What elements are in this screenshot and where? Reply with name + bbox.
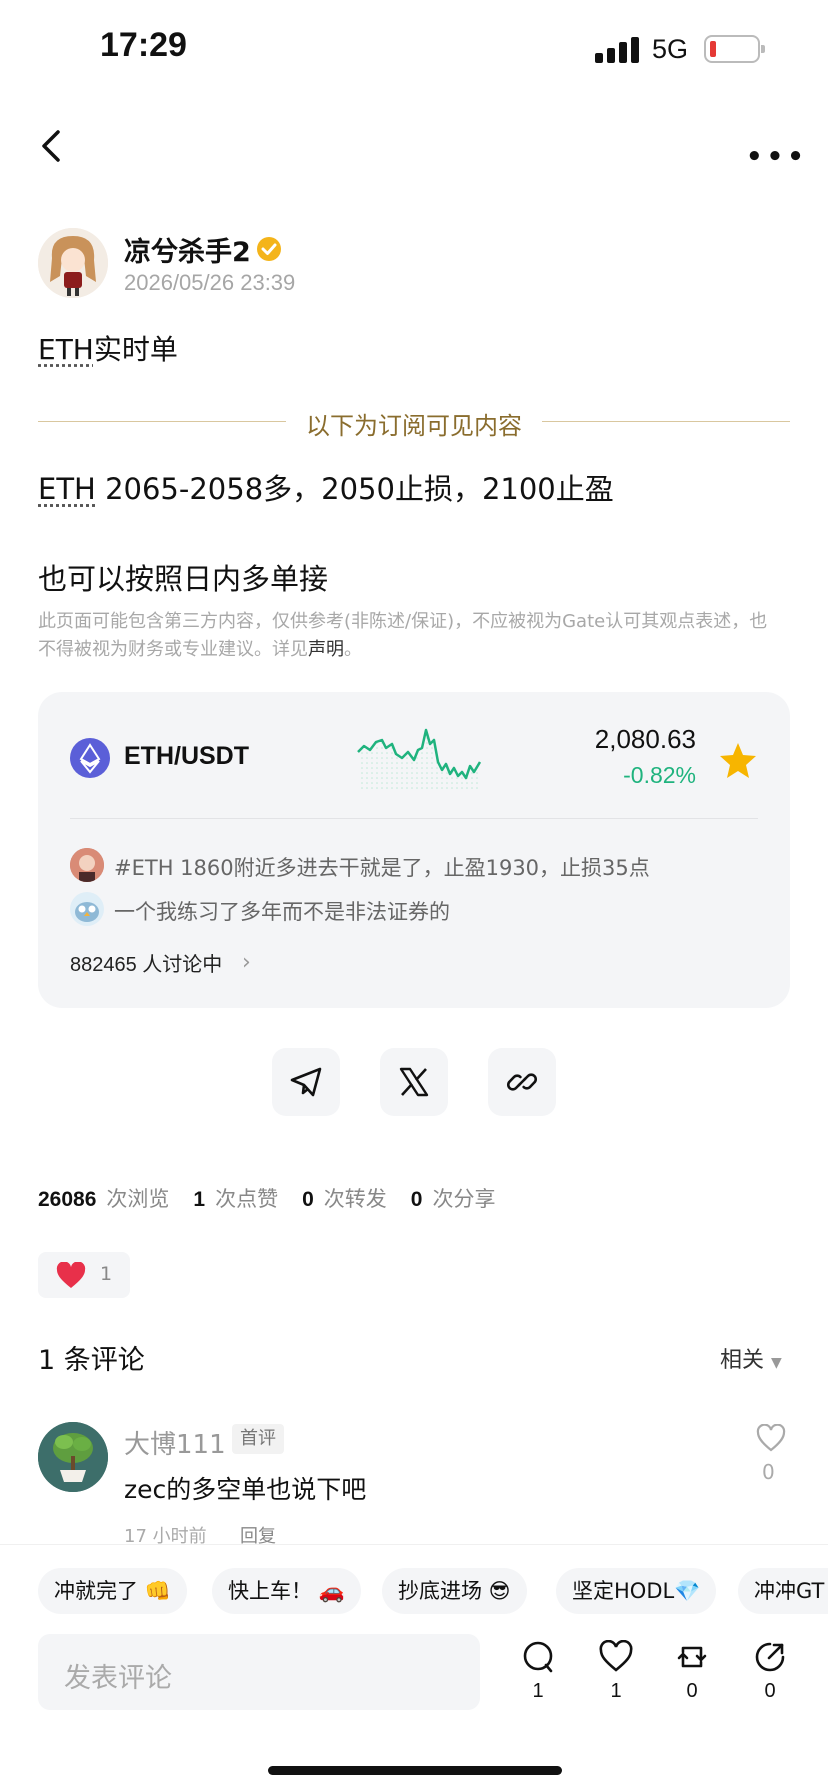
repost-action-count: 0 [686, 1680, 698, 1702]
chevron-right-icon[interactable]: › [242, 950, 251, 975]
share-icon [755, 1642, 785, 1672]
ticker-link[interactable]: ETH [38, 472, 96, 506]
comment-count: 1 条评论 [38, 1345, 145, 1376]
copy-link-button[interactable] [488, 1048, 556, 1116]
comment-text: zec的多空单也说下吧 [124, 1475, 367, 1504]
eth-icon [70, 738, 110, 778]
back-icon[interactable] [36, 126, 66, 166]
trade-plan-text: 2065-2058多，2050止损，2100止盈 [95, 472, 614, 506]
heart-icon [56, 1262, 86, 1288]
sort-dropdown[interactable]: 相关 ▼ [720, 1342, 782, 1374]
favorite-star-icon[interactable] [718, 740, 758, 780]
telegram-icon [290, 1067, 322, 1097]
comment-action-count: 1 [532, 1680, 544, 1702]
card-divider [70, 818, 758, 819]
link-icon [506, 1073, 538, 1091]
price-change: -0.82% [623, 762, 696, 788]
reaction-count: 1 [100, 1263, 113, 1285]
disclaimer-link[interactable]: 声明 [308, 639, 344, 660]
quick-reply-chip[interactable]: 快上车！ 🚗 [212, 1568, 361, 1614]
feed-avatar [70, 892, 104, 926]
post-stats: 26086 次浏览 1 次点赞 0 次转发 0 次分享 [38, 1183, 495, 1213]
comment-like-icon[interactable] [756, 1424, 786, 1452]
views-count: 26086 [38, 1188, 97, 1211]
like-action[interactable]: 1 [596, 1639, 636, 1703]
share-x-button[interactable] [380, 1048, 448, 1116]
share-telegram-button[interactable] [272, 1048, 340, 1116]
author-avatar[interactable] [38, 228, 108, 298]
shares-label: 次分享 [432, 1187, 496, 1211]
comment-input[interactable]: 发表评论 [38, 1634, 480, 1710]
caret-down-icon: ▼ [771, 1355, 782, 1371]
network-label: 5G [652, 34, 689, 64]
share-action[interactable]: 0 [750, 1640, 790, 1703]
disclaimer-text: 此页面可能包含第三方内容，仅供参考(非陈述/保证)，不应被视为Gate认可其观点… [38, 611, 768, 660]
feed-item[interactable]: 一个我练习了多年而不是非法证券的 [114, 896, 450, 926]
home-indicator [268, 1766, 562, 1775]
commenter-avatar[interactable] [38, 1422, 108, 1492]
quick-reply-chip[interactable]: 冲冲GT [738, 1568, 828, 1614]
ticker-link[interactable]: ETH [38, 333, 94, 366]
first-comment-badge: 首评 [232, 1424, 284, 1454]
comment-action[interactable]: 1 [518, 1640, 558, 1703]
quick-reply-chip[interactable]: 坚定HODL💎 [556, 1568, 717, 1614]
subscriber-divider-label: 以下为订阅可见内容 [306, 412, 522, 440]
reposts-count: 0 [302, 1188, 314, 1211]
like-action-count: 1 [610, 1680, 622, 1702]
verified-icon [257, 237, 281, 261]
repost-icon [677, 1646, 707, 1668]
post-title: ETH实时单 [38, 328, 178, 368]
signal-icon [595, 35, 639, 63]
post-title-text: 实时单 [93, 333, 178, 366]
post-line-2: 也可以按照日内多单接 [38, 562, 329, 596]
battery-icon [704, 35, 765, 63]
trade-plan: ETH 2065-2058多，2050止损，2100止盈 [38, 466, 614, 508]
more-icon[interactable]: ••• [746, 142, 808, 172]
disclaimer-end: 。 [344, 639, 362, 660]
reposts-label: 次转发 [323, 1187, 387, 1211]
commenter-name[interactable]: 大博111 [124, 1424, 226, 1461]
likes-label: 次点赞 [215, 1187, 279, 1211]
author-name[interactable]: 凉兮杀手2 [124, 230, 251, 269]
views-label: 次浏览 [106, 1187, 170, 1211]
comment-like-count: 0 [762, 1460, 775, 1484]
x-icon [399, 1067, 429, 1097]
status-time: 17:29 [100, 26, 187, 64]
feed-avatar [70, 848, 104, 882]
reaction-pill[interactable]: 1 [38, 1252, 130, 1298]
last-price: 2,080.63 [594, 724, 696, 754]
shares-count: 0 [410, 1188, 423, 1211]
disclaimer: 此页面可能包含第三方内容，仅供参考(非陈述/保证)，不应被视为Gate认可其观点… [38, 608, 768, 664]
discussion-count[interactable]: 882465 人讨论中 [70, 948, 222, 977]
comment-icon [523, 1641, 553, 1673]
repost-action[interactable]: 0 [672, 1640, 712, 1703]
quick-reply-chip[interactable]: 冲就完了 👊 [38, 1568, 187, 1614]
trading-pair[interactable]: ETH/USDT [124, 742, 249, 771]
price-sparkline [357, 728, 482, 792]
sort-label: 相关 [720, 1348, 765, 1373]
likes-count: 1 [193, 1188, 206, 1211]
feed-item[interactable]: #ETH 1860附近多进去干就是了，止盈1930，止损35点 [114, 852, 650, 882]
heart-icon [599, 1639, 633, 1672]
post-time: 2026/05/26 23:39 [124, 270, 296, 295]
share-action-count: 0 [764, 1680, 776, 1702]
quick-reply-chip[interactable]: 抄底进场 😎 [382, 1568, 527, 1614]
